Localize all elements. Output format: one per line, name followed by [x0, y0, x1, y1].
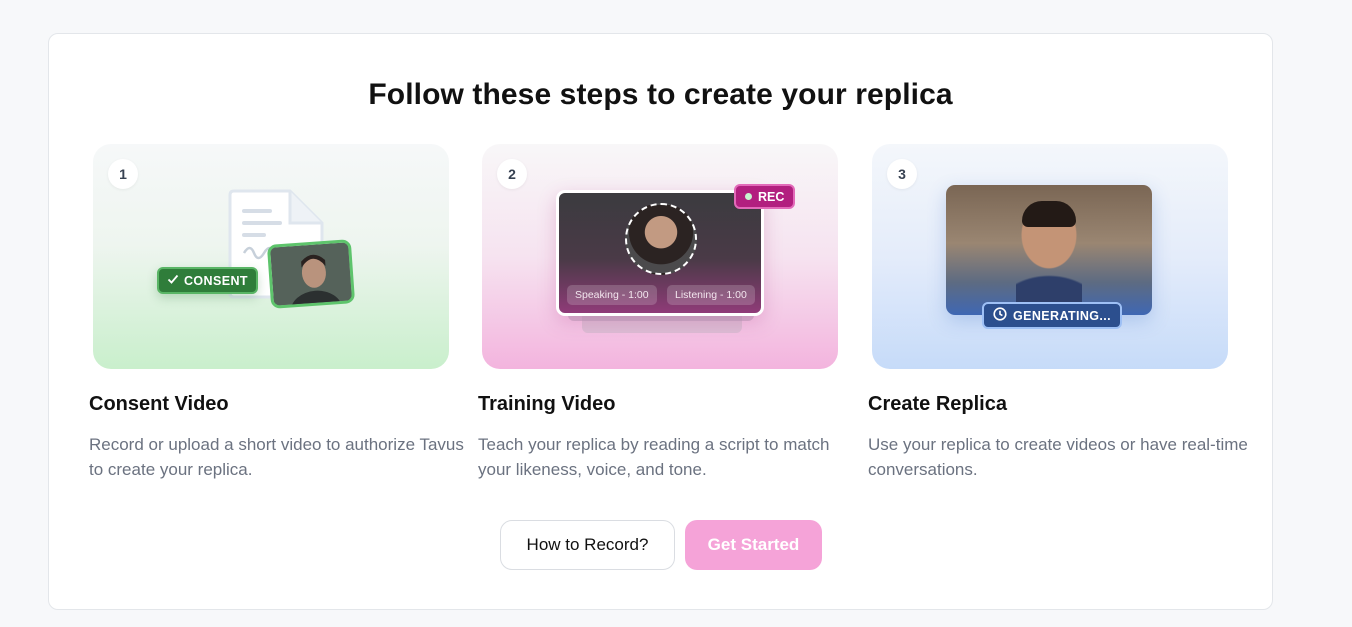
generating-badge: GENERATING... — [982, 302, 1123, 329]
replica-hair — [1022, 201, 1076, 227]
replica-steps-card: Follow these steps to create your replic… — [48, 33, 1273, 610]
create-replica-illustration: 3 GENERATING... — [872, 144, 1228, 369]
step-title: Training Video — [478, 393, 616, 415]
rec-badge-label: REC — [758, 189, 785, 204]
recording-frame: Speaking - 1:00 Listening - 1:00 — [556, 190, 764, 316]
step-number: 1 — [108, 159, 138, 189]
speaking-duration-pill: Speaking - 1:00 — [567, 285, 657, 305]
consent-video-thumbnail — [266, 239, 356, 309]
check-icon — [167, 273, 179, 288]
consent-illustration: 1 CONSENT — [93, 144, 449, 369]
record-dot-icon — [745, 193, 752, 200]
listening-duration-pill: Listening - 1:00 — [667, 285, 755, 305]
page-title: Follow these steps to create your replic… — [368, 78, 953, 111]
generating-badge-label: GENERATING... — [1013, 308, 1112, 323]
get-started-button[interactable]: Get Started — [685, 520, 822, 570]
consent-badge: CONSENT — [157, 267, 258, 294]
rec-badge: REC — [734, 184, 796, 209]
face-guide-ring — [625, 203, 697, 275]
clock-icon — [993, 307, 1007, 324]
step-title: Consent Video — [89, 393, 229, 415]
training-illustration: 2 Speaking - 1:00 Listening - 1:00 REC — [482, 144, 838, 369]
step-description: Teach your replica by reading a script t… — [478, 435, 830, 479]
replica-preview-frame — [946, 185, 1152, 315]
step-consent-video: 1 CONSENT Consent Video Record or upload… — [89, 144, 464, 482]
step-description: Use your replica to create videos or hav… — [868, 435, 1248, 479]
step-title: Create Replica — [868, 393, 1007, 415]
step-number: 2 — [497, 159, 527, 189]
how-to-record-button[interactable]: How to Record? — [500, 520, 675, 570]
step-number: 3 — [887, 159, 917, 189]
step-training-video: 2 Speaking - 1:00 Listening - 1:00 REC T… — [478, 144, 838, 482]
step-create-replica: 3 GENERATING... Create Replica Use your … — [868, 144, 1248, 482]
consent-badge-label: CONSENT — [184, 273, 248, 288]
step-description: Record or upload a short video to author… — [89, 435, 464, 479]
